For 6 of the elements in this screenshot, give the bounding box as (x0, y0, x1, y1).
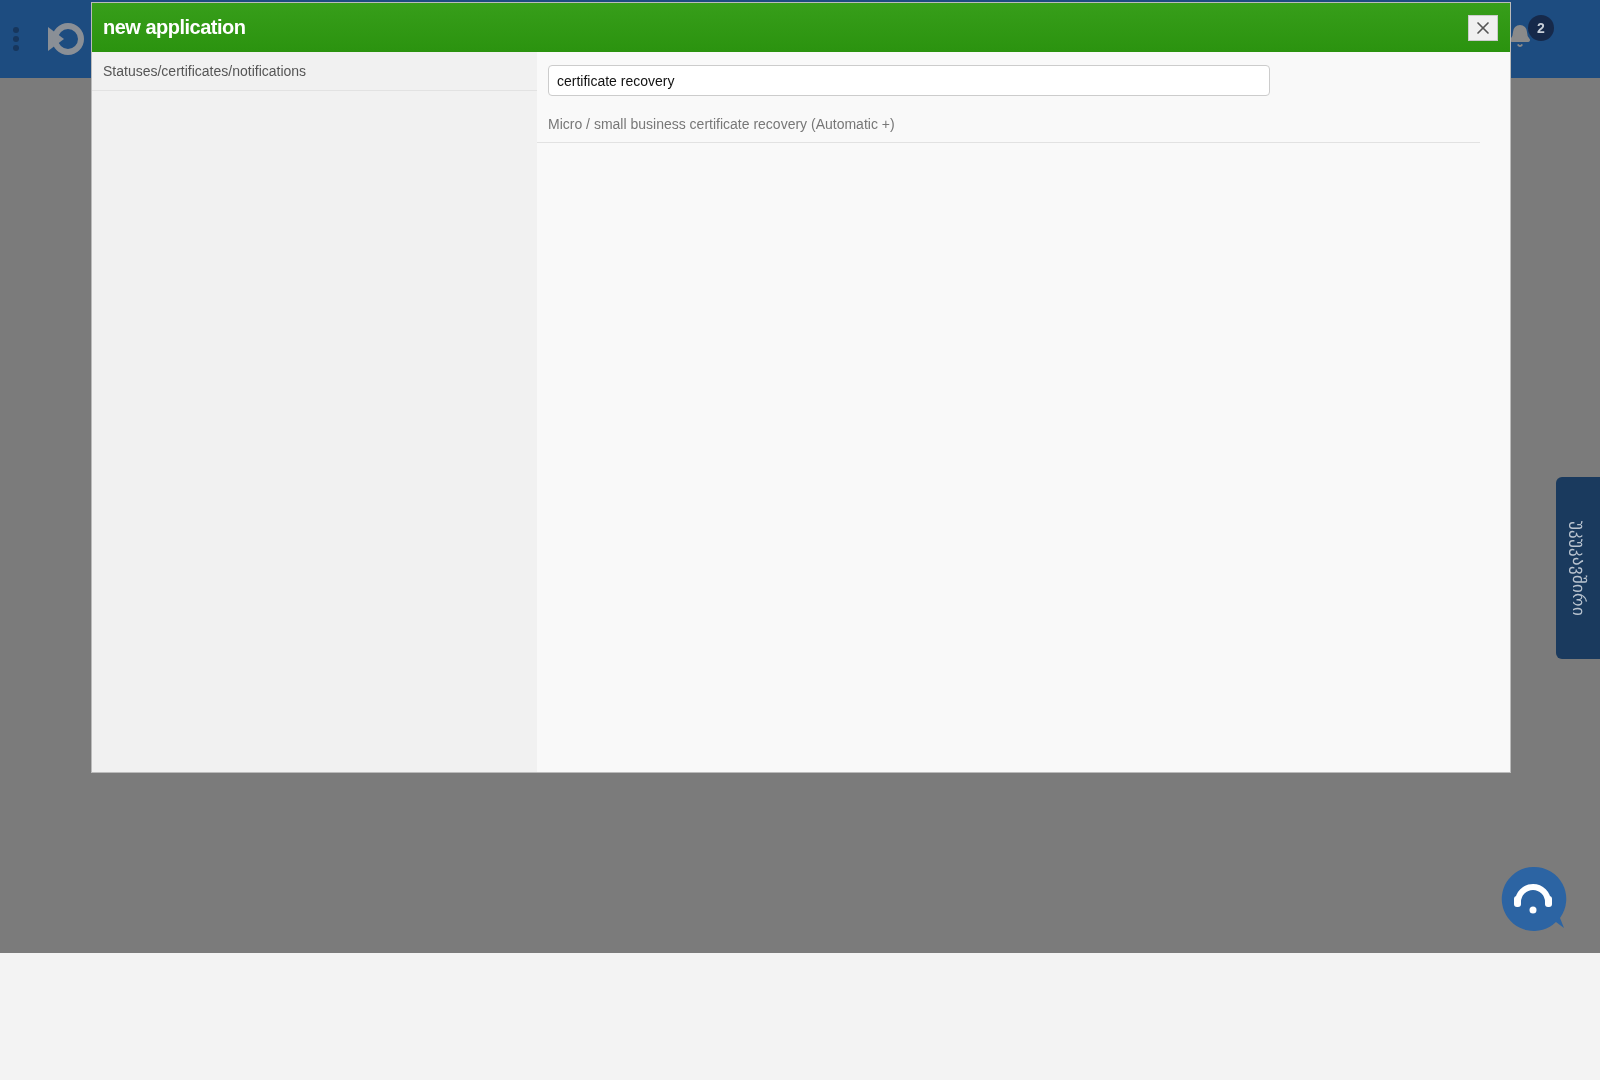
search-field[interactable]: certificate recovery (548, 65, 1270, 96)
dialog-title: new application (103, 16, 246, 39)
feedback-tab[interactable]: უკუკავშირი (1556, 477, 1600, 659)
result-item[interactable]: Micro / small business certificate recovery (Automatic +) (537, 116, 1480, 143)
category-item[interactable]: Statuses/certificates/notifications (92, 52, 537, 91)
close-button[interactable] (1468, 14, 1498, 41)
